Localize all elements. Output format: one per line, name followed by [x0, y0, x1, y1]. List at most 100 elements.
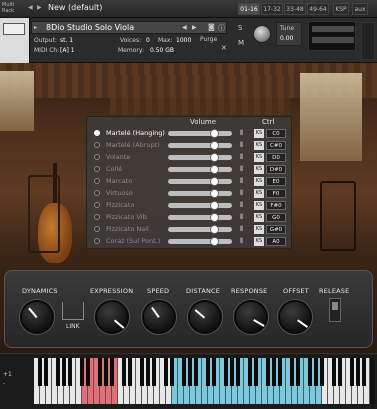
purge-button[interactable]: Purge	[200, 36, 217, 43]
articulation-volume-slider[interactable]	[168, 215, 232, 220]
articulation-radio[interactable]	[94, 178, 100, 184]
volume-slider-thumb[interactable]	[210, 165, 219, 174]
info-icon[interactable]: ⓘ	[218, 23, 225, 33]
volume-slider-thumb[interactable]	[210, 213, 219, 222]
preset-prev-icon[interactable]: ◀	[28, 4, 33, 11]
black-key[interactable]	[80, 358, 84, 386]
black-key[interactable]	[152, 358, 156, 386]
articulation-radio[interactable]	[94, 154, 100, 160]
black-key[interactable]	[272, 358, 276, 386]
midi-ctrl-icon[interactable]: ⦀	[240, 129, 243, 138]
articulation-name[interactable]: Pizzicato Nail	[106, 224, 149, 235]
midi-ctrl-icon[interactable]: ⦀	[240, 165, 243, 174]
black-key[interactable]	[278, 358, 282, 386]
midi-ctrl-icon[interactable]: ⦀	[240, 153, 243, 162]
articulation-radio[interactable]	[94, 142, 100, 148]
mute-button[interactable]: M	[238, 39, 244, 47]
volume-slider-thumb[interactable]	[210, 153, 219, 162]
articulation-name[interactable]: Pizzicato Vib.	[106, 212, 149, 223]
black-key[interactable]	[140, 358, 144, 386]
camera-icon[interactable]: ◙	[208, 23, 215, 31]
articulation-row[interactable]: Marcato ⦀ KS E0	[94, 176, 288, 187]
black-key[interactable]	[122, 358, 126, 386]
black-key[interactable]	[44, 358, 48, 386]
black-key[interactable]	[110, 358, 114, 386]
page-tab-01-16[interactable]: 01-16	[238, 3, 260, 15]
instrument-next-icon[interactable]: ▶	[192, 24, 197, 31]
octave-control[interactable]: +1 -	[3, 370, 12, 388]
black-key[interactable]	[308, 358, 312, 386]
black-key[interactable]	[194, 358, 198, 386]
link-toggle[interactable]: LINK	[66, 323, 80, 330]
volume-slider-thumb[interactable]	[210, 225, 219, 234]
midi-ctrl-icon[interactable]: ⦀	[240, 141, 243, 150]
black-key[interactable]	[362, 358, 366, 386]
black-key[interactable]	[236, 358, 240, 386]
articulation-volume-slider[interactable]	[168, 155, 232, 160]
articulation-name[interactable]: Virtuoso	[106, 188, 133, 199]
black-key[interactable]	[248, 358, 252, 386]
distance-knob[interactable]	[188, 300, 222, 334]
octave-up[interactable]: +1	[3, 370, 12, 379]
black-key[interactable]	[68, 358, 72, 386]
black-key[interactable]	[206, 358, 210, 386]
page-tab-33-48[interactable]: 33-48	[284, 3, 306, 15]
articulation-row[interactable]: Collé ⦀ KS D#0	[94, 164, 288, 175]
articulation-radio[interactable]	[94, 214, 100, 220]
articulation-radio[interactable]	[94, 190, 100, 196]
instrument-name-box[interactable]: ▸ 8Dio Studio Solo Viola ◀ ▶ ◙ ⓘ	[31, 21, 227, 34]
articulation-name[interactable]: Pizzicato	[106, 200, 134, 211]
volume-slider-thumb[interactable]	[210, 189, 219, 198]
black-key[interactable]	[182, 358, 186, 386]
black-key[interactable]	[338, 358, 342, 386]
black-key[interactable]	[314, 358, 318, 386]
output-value[interactable]: st. 1	[60, 37, 73, 44]
instrument-prev-icon[interactable]: ◀	[182, 24, 187, 31]
volume-slider-thumb[interactable]	[210, 129, 219, 138]
articulation-radio[interactable]	[94, 202, 100, 208]
black-key[interactable]	[38, 358, 42, 386]
black-key[interactable]	[56, 358, 60, 386]
black-key[interactable]	[224, 358, 228, 386]
articulation-row[interactable]: Pizzicato ⦀ KS F#0	[94, 200, 288, 211]
midi-ctrl-icon[interactable]: ⦀	[240, 213, 243, 222]
close-instrument-icon[interactable]: ✕	[221, 44, 227, 52]
articulation-name[interactable]: Martelé (Hanging)	[106, 128, 165, 139]
articulation-row[interactable]: Martelé (Abrupt) ⦀ KS C#0	[94, 140, 288, 151]
black-key[interactable]	[104, 358, 108, 386]
keyswitch-key[interactable]: A0	[266, 237, 286, 246]
black-key[interactable]	[170, 358, 174, 386]
dynamics-knob[interactable]	[20, 300, 54, 334]
volume-slider-thumb[interactable]	[210, 177, 219, 186]
midi-ctrl-icon[interactable]: ⦀	[240, 177, 243, 186]
articulation-row[interactable]: Virtuoso ⦀ KS F0	[94, 188, 288, 199]
speed-knob[interactable]	[142, 300, 176, 334]
collapse-arrow-icon[interactable]: ▸	[34, 24, 37, 31]
articulation-volume-slider[interactable]	[168, 167, 232, 172]
expression-knob[interactable]	[95, 300, 129, 334]
keyswitch-key[interactable]: C0	[266, 129, 286, 138]
black-key[interactable]	[86, 358, 90, 386]
black-key[interactable]	[212, 358, 216, 386]
black-key[interactable]	[98, 358, 102, 386]
black-key[interactable]	[356, 358, 360, 386]
black-key[interactable]	[128, 358, 132, 386]
articulation-radio[interactable]	[94, 238, 100, 244]
articulation-volume-slider[interactable]	[168, 203, 232, 208]
articulation-name[interactable]: Martelé (Abrupt)	[106, 140, 160, 151]
release-switch[interactable]	[329, 298, 341, 322]
articulation-radio[interactable]	[94, 226, 100, 232]
keyswitch-key[interactable]: G#0	[266, 225, 286, 234]
volume-slider-thumb[interactable]	[210, 141, 219, 150]
keyswitch-key[interactable]: D0	[266, 153, 286, 162]
black-key[interactable]	[290, 358, 294, 386]
black-key[interactable]	[320, 358, 324, 386]
black-key[interactable]	[146, 358, 150, 386]
keyswitch-key[interactable]: E0	[266, 177, 286, 186]
response-knob[interactable]	[234, 300, 268, 334]
instrument-logo-icon[interactable]	[3, 23, 25, 35]
midi-ctrl-icon[interactable]: ⦀	[240, 189, 243, 198]
articulation-row[interactable]: Pizzicato Vib. ⦀ KS G0	[94, 212, 288, 223]
articulation-row[interactable]: Martelé (Hanging) ⦀ KS C0	[94, 128, 288, 139]
page-tab-49-64[interactable]: 49-64	[307, 3, 329, 15]
